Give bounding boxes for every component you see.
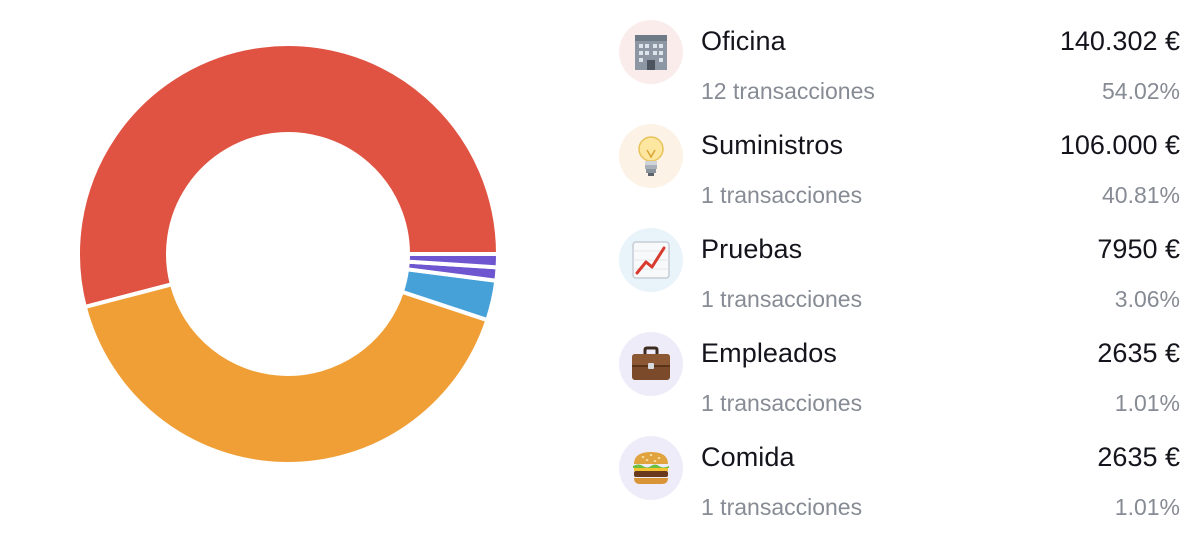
category-percent: 1.01% [1114,494,1180,520]
category-row-oficina[interactable]: Oficina 140.302 € 12 transacciones 54.02… [616,18,1182,122]
category-name: Comida [701,442,795,472]
category-list: Oficina 140.302 € 12 transacciones 54.02… [616,18,1182,538]
category-transaction-count: 1 transacciones [701,494,863,520]
category-name: Suministros [701,130,844,160]
office-building-icon [619,20,683,84]
donut-slice-suministros[interactable] [82,281,490,466]
category-amount: 2635 € [1097,442,1180,472]
category-amount: 140.302 € [1059,26,1180,56]
category-amount: 7950 € [1097,234,1180,264]
category-amount: 2635 € [1097,338,1180,368]
category-row-pruebas[interactable]: Pruebas 7950 € 1 transacciones 3.06% [616,226,1182,330]
category-name: Empleados [701,338,837,368]
category-amount: 106.000 € [1059,130,1180,160]
donut-chart [76,42,501,466]
category-percent: 54.02% [1101,78,1180,104]
category-row-empleados[interactable]: Empleados 2635 € 1 transacciones 1.01% [616,330,1182,434]
category-transaction-count: 12 transacciones [701,78,875,104]
category-transaction-count: 1 transacciones [701,182,863,208]
category-row-suministros[interactable]: Suministros 106.000 € 1 transacciones 40… [616,122,1182,226]
briefcase-icon [619,332,683,396]
lightbulb-icon [619,124,683,188]
category-transaction-count: 1 transacciones [701,286,863,312]
category-percent: 40.81% [1101,182,1180,208]
category-row-comida[interactable]: Comida 2635 € 1 transacciones 1.01% [616,434,1182,538]
category-percent: 3.06% [1114,286,1180,312]
chart-increasing-icon [619,228,683,292]
category-transaction-count: 1 transacciones [701,390,863,416]
category-name: Oficina [701,26,786,56]
hamburger-icon [619,436,683,500]
category-percent: 1.01% [1114,390,1180,416]
category-name: Pruebas [701,234,803,264]
